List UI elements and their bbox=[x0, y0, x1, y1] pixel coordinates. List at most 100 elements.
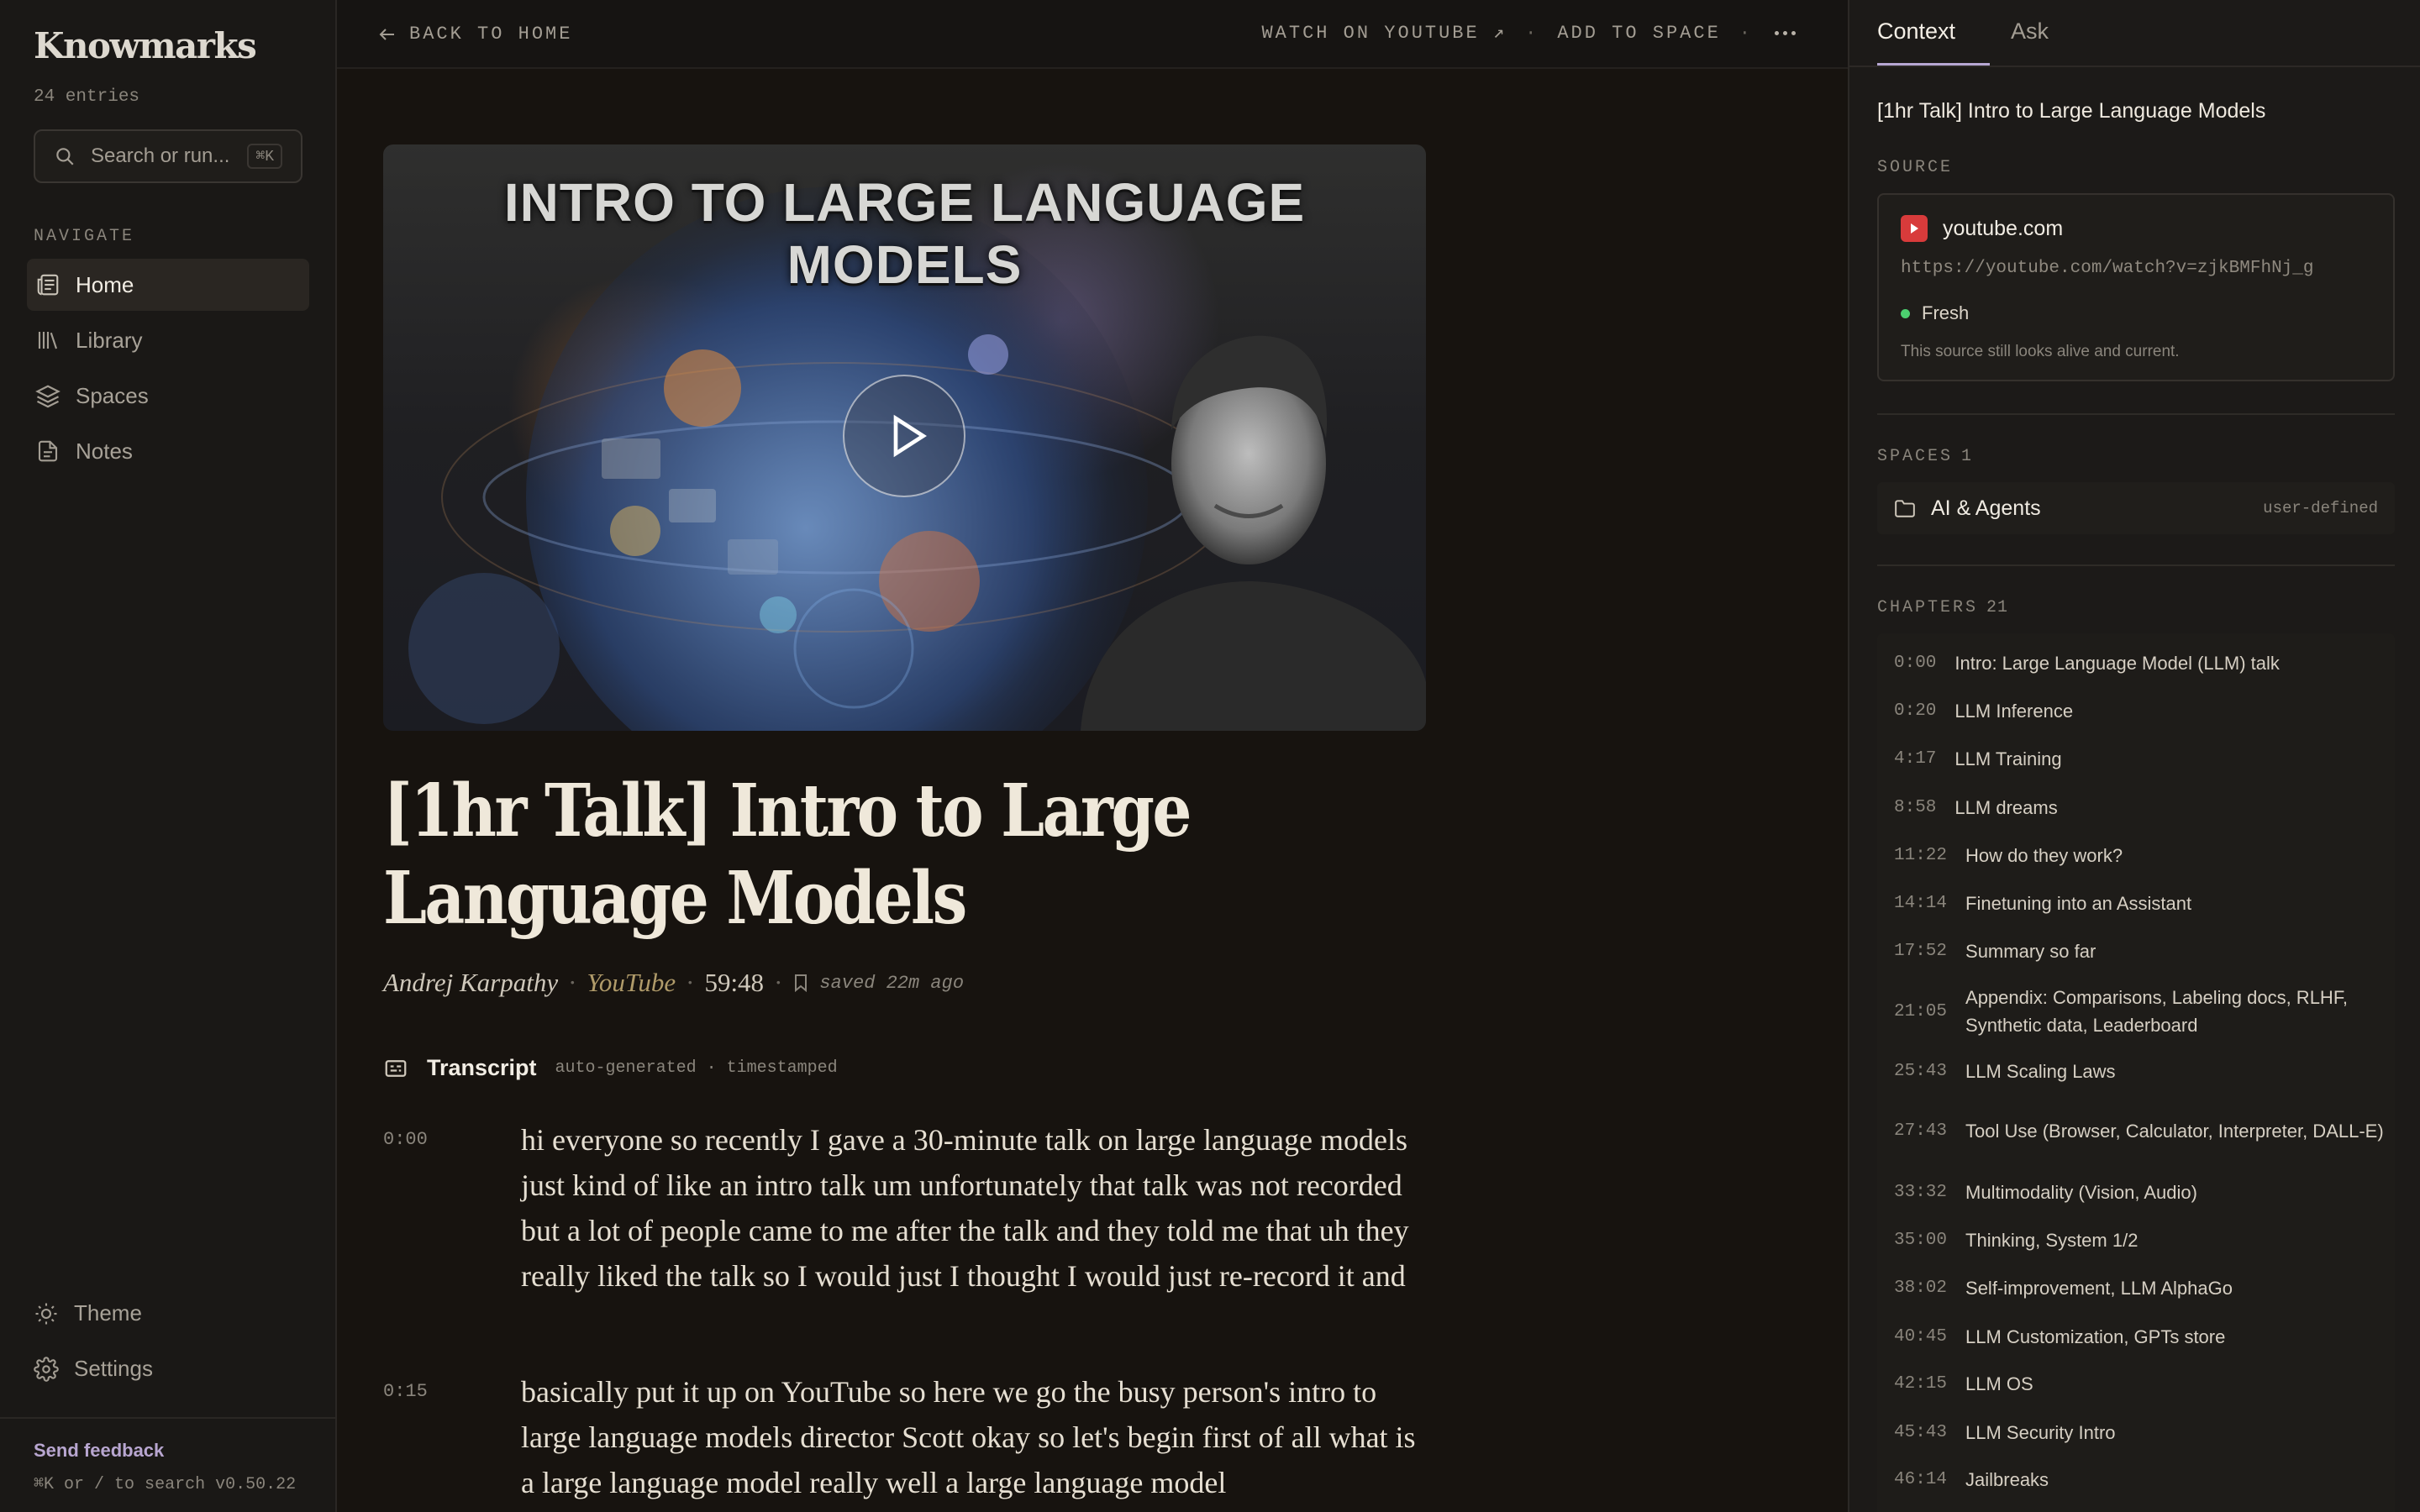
platform-name: YouTube bbox=[587, 968, 676, 997]
tab-ask[interactable]: Ask bbox=[2011, 18, 2049, 45]
watch-on-youtube-link[interactable]: WATCH ON YOUTUBE ↗ bbox=[1261, 22, 1507, 44]
chapter-title: Appendix: Comparisons, Labeling docs, RL… bbox=[1965, 987, 2348, 1036]
source-card[interactable]: youtube.com https://youtube.com/watch?v=… bbox=[1877, 193, 2395, 381]
back-to-home-link[interactable]: BACK TO HOME bbox=[377, 24, 572, 45]
spaces-section-label: SPACES 1 bbox=[1877, 447, 1972, 466]
sidebar-item-notes[interactable]: Notes bbox=[27, 425, 309, 477]
chapter-title: Thinking, System 1/2 bbox=[1965, 1229, 2139, 1251]
chapter-item[interactable]: 38:02 Self-improvement, LLM AlphaGo bbox=[1877, 1267, 2395, 1309]
chapter-title: Summary so far bbox=[1965, 940, 2096, 962]
chapter-item[interactable]: 8:58 LLM dreams bbox=[1877, 786, 2395, 828]
divider bbox=[1877, 564, 2395, 566]
note-icon bbox=[38, 440, 58, 462]
tab-context[interactable]: Context bbox=[1877, 18, 1955, 45]
chapter-time: 35:00 bbox=[1894, 1230, 1948, 1250]
duration: 59:48 bbox=[704, 968, 765, 997]
chapter-title: LLM Scaling Laws bbox=[1965, 1060, 2116, 1082]
spaces-label: SPACES bbox=[1877, 447, 1954, 466]
chapter-title: Tool Use (Browser, Calculator, Interpret… bbox=[1965, 1120, 2384, 1142]
context-panel: Context Ask [1hr Talk] Intro to Large La… bbox=[1848, 0, 2420, 1512]
theme-label: Theme bbox=[74, 1300, 142, 1326]
folder-icon bbox=[1895, 500, 1915, 517]
chapter-item[interactable]: 33:32 Multimodality (Vision, Audio) bbox=[1877, 1171, 2395, 1213]
source-url[interactable]: https://youtube.com/watch?v=zjkBMFhNj_g bbox=[1901, 259, 2313, 278]
freshness-note: This source still looks alive and curren… bbox=[1901, 343, 2180, 360]
top-bar: BACK TO HOME WATCH ON YOUTUBE ↗ · ADD TO… bbox=[337, 0, 1848, 69]
play-button[interactable] bbox=[843, 375, 965, 497]
chapter-title: LLM Customization, GPTs store bbox=[1965, 1326, 2226, 1347]
sidebar-item-home[interactable]: Home bbox=[27, 259, 309, 311]
sidebar-item-library[interactable]: Library bbox=[27, 314, 309, 366]
more-icon[interactable] bbox=[1775, 30, 1796, 35]
freshness-status: Fresh bbox=[1901, 302, 1969, 324]
sidebar-item-label: Library bbox=[76, 327, 143, 353]
arrow-left-icon bbox=[379, 28, 394, 40]
chapter-time: 17:52 bbox=[1894, 941, 1948, 961]
chapter-time: 33:32 bbox=[1894, 1182, 1948, 1202]
top-actions: WATCH ON YOUTUBE ↗ · ADD TO SPACE · bbox=[1261, 22, 1796, 44]
chapter-item[interactable]: 27:43 Tool Use (Browser, Calculator, Inte… bbox=[1877, 1097, 2395, 1164]
chapter-title: Intro: Large Language Model (LLM) talk bbox=[1954, 652, 2280, 674]
chapters-list: 0:00 Intro: Large Language Model (LLM) ta… bbox=[1877, 633, 2395, 1512]
chapter-item[interactable]: 0:20 LLM Inference bbox=[1877, 690, 2395, 732]
chapter-title: How do they work? bbox=[1965, 844, 2123, 866]
search-icon bbox=[56, 148, 74, 165]
chapter-title: Finetuning into an Assistant bbox=[1965, 892, 2192, 914]
sidebar-item-label: Spaces bbox=[76, 382, 149, 408]
send-feedback-link[interactable]: Send feedback bbox=[34, 1440, 164, 1462]
sun-icon bbox=[35, 1303, 57, 1324]
chapter-item[interactable]: 25:43 LLM Scaling Laws bbox=[1877, 1050, 2395, 1092]
segment-timestamp[interactable]: 0:00 bbox=[383, 1117, 521, 1299]
segment-text: basically put it up on YouTube so here w… bbox=[521, 1375, 1416, 1499]
chapter-item[interactable]: 4:17 LLM Training bbox=[1877, 738, 2395, 780]
chapter-item[interactable]: 0:00 Intro: Large Language Model (LLM) ta… bbox=[1877, 642, 2395, 684]
chapter-title: LLM Training bbox=[1954, 748, 2062, 769]
settings-label: Settings bbox=[74, 1356, 153, 1381]
sidebar: Knowmarks 24 entries Search or run... ⌘K… bbox=[0, 0, 337, 1512]
main-content: INTRO TO LARGE LANGUAGE MODELS [1hr Talk… bbox=[337, 71, 1848, 1512]
separator: · bbox=[774, 968, 783, 997]
panel-tabs: Context Ask bbox=[1849, 0, 2420, 67]
keyboard-hint: ⌘K or / to search v0.50.22 bbox=[34, 1475, 297, 1494]
sidebar-item-spaces[interactable]: Spaces bbox=[27, 370, 309, 422]
chapter-item[interactable]: 21:05 Appendix: Comparisons, Labeling doc… bbox=[1877, 978, 2395, 1045]
chapter-time: 21:05 bbox=[1894, 1001, 1948, 1021]
page-title: [1hr Talk] Intro to Large Language Model… bbox=[383, 769, 1192, 941]
chapter-item[interactable]: 45:43 LLM Security Intro bbox=[1877, 1411, 2395, 1453]
transcript-header: Transcript auto-generated · timestamped bbox=[383, 1055, 838, 1081]
search-placeholder[interactable]: Search or run... bbox=[91, 144, 247, 168]
chapter-time: 4:17 bbox=[1894, 748, 1937, 769]
chapter-item[interactable]: 42:15 LLM OS bbox=[1877, 1362, 2395, 1404]
search-box[interactable]: Search or run... ⌘K bbox=[34, 129, 302, 183]
app-logo[interactable]: Knowmarks bbox=[34, 25, 257, 66]
video-player[interactable]: INTRO TO LARGE LANGUAGE MODELS bbox=[383, 144, 1426, 731]
library-icon bbox=[38, 332, 58, 349]
chapter-item[interactable]: 35:00 Thinking, System 1/2 bbox=[1877, 1219, 2395, 1261]
chapter-title: Jailbreaks bbox=[1965, 1468, 2049, 1490]
play-icon bbox=[893, 414, 927, 458]
chapter-item[interactable]: 40:45 LLM Customization, GPTs store bbox=[1877, 1315, 2395, 1357]
spaces-count: 1 bbox=[1961, 447, 1973, 466]
chapter-item[interactable]: 11:22 How do they work? bbox=[1877, 834, 2395, 876]
chapter-item[interactable]: 46:14 Jailbreaks bbox=[1877, 1458, 2395, 1500]
video-thumbnail-title: INTRO TO LARGE LANGUAGE MODELS bbox=[503, 172, 1306, 295]
sidebar-item-label: Notes bbox=[76, 438, 133, 464]
freshness-label: Fresh bbox=[1922, 302, 1970, 323]
chapter-time: 8:58 bbox=[1894, 797, 1937, 817]
bookmark-icon bbox=[795, 974, 808, 992]
theme-toggle[interactable]: Theme bbox=[34, 1300, 142, 1326]
source-domain-row: youtube.com bbox=[1901, 215, 2063, 242]
chapter-item[interactable]: 17:52 Summary so far bbox=[1877, 930, 2395, 972]
chapter-time: 45:43 bbox=[1894, 1422, 1948, 1442]
segment-text: hi everyone so recently I gave a 30-minu… bbox=[521, 1123, 1409, 1293]
gear-icon bbox=[34, 1356, 59, 1382]
segment-timestamp[interactable]: 0:15 bbox=[383, 1369, 521, 1505]
chapter-time: 42:15 bbox=[1894, 1373, 1948, 1394]
settings-button[interactable]: Settings bbox=[34, 1356, 153, 1382]
chapter-item[interactable]: 14:14 Finetuning into an Assistant bbox=[1877, 882, 2395, 924]
chapter-title: Self-improvement, LLM AlphaGo bbox=[1965, 1277, 2233, 1299]
nav-heading: NAVIGATE bbox=[34, 227, 135, 246]
add-to-space-button[interactable]: ADD TO SPACE bbox=[1557, 23, 1720, 44]
space-item[interactable]: AI & Agents user-defined bbox=[1877, 482, 2395, 534]
entries-count: 24 entries bbox=[34, 87, 140, 107]
